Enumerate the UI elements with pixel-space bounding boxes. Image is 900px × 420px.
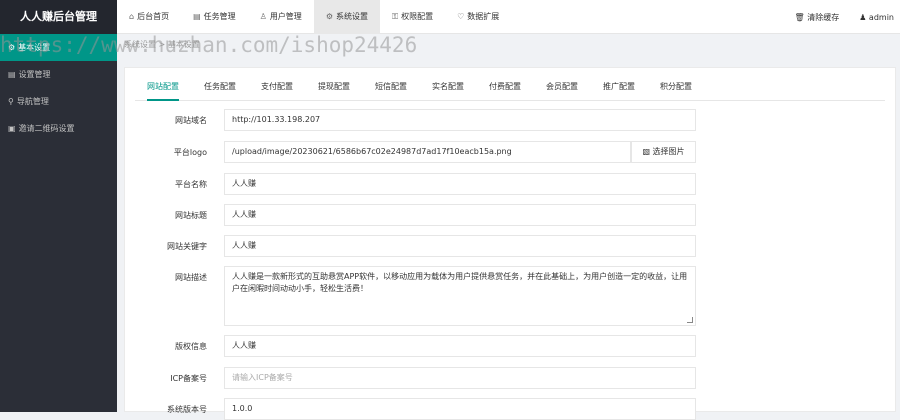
gear-icon: ⚙	[8, 43, 16, 52]
site-title-label: 网站标题	[175, 211, 207, 220]
image-icon: ▧	[642, 147, 650, 156]
topnav-home[interactable]: ⌂ 后台首页	[117, 0, 181, 34]
description-text: 人人赚是一款新形式的互助悬赏APP软件，以移动应用为载体为用户提供悬赏任务，并在…	[232, 272, 688, 293]
topnav-data-extension[interactable]: ♡ 数据扩展	[445, 0, 511, 34]
user-avatar-icon: ♟	[859, 12, 867, 22]
copyright-input[interactable]: 人人赚	[224, 335, 696, 357]
tab-member-config[interactable]: 会员配置	[546, 77, 578, 101]
user-menu[interactable]: ♟ admin	[859, 13, 894, 22]
tab-task-config[interactable]: 任务配置	[204, 77, 236, 101]
site-title-input[interactable]: 人人赚	[224, 204, 696, 226]
list-icon: ▤	[8, 70, 16, 79]
tab-realname-config[interactable]: 实名配置	[432, 77, 464, 101]
sidebar-item-settings-management[interactable]: ▤ 设置管理	[0, 61, 117, 88]
sidebar-item-basic-settings[interactable]: ⚙ 基本设置	[0, 34, 117, 61]
task-icon: ▤	[193, 12, 201, 21]
tab-promotion-config[interactable]: 推广配置	[603, 77, 635, 101]
tab-payment-config[interactable]: 支付配置	[261, 77, 293, 101]
tab-sms-config[interactable]: 短信配置	[375, 77, 407, 101]
sidebar-item-nav-management[interactable]: ⚲ 导航管理	[0, 88, 117, 115]
user-icon: ♙	[259, 12, 267, 21]
logo-label: 平台logo	[173, 148, 207, 157]
topnav-label: 用户管理	[269, 12, 302, 21]
topnav-label: 数据扩展	[467, 12, 500, 21]
breadcrumb: 系统设置 > 基本设置	[124, 40, 200, 49]
lock-icon: ⚿	[391, 12, 399, 21]
username: admin	[868, 12, 894, 22]
top-nav: ⌂ 后台首页 ▤ 任务管理 ♙ 用户管理 ⚙ 系统设置 ⚿ 权限配置 ♡ 数据扩展	[117, 0, 511, 34]
sidebar-item-invite-qrcode[interactable]: ▣ 邀请二维码设置	[0, 115, 117, 142]
settings-tabs: 网站配置 任务配置 支付配置 提现配置 短信配置 实名配置 付费配置 会员配置 …	[135, 77, 885, 101]
choose-image-button[interactable]: ▧ 选择图片	[631, 141, 696, 163]
platform-name-input[interactable]: 人人赚	[224, 173, 696, 195]
clear-cache-label: 清除缓存	[807, 12, 840, 22]
logo-path-input[interactable]: /upload/image/20230621/6586b67c02e24987d…	[224, 141, 631, 163]
choose-image-label: 选择图片	[652, 147, 685, 156]
keywords-input[interactable]: 人人赚	[224, 235, 696, 257]
topnav-permission-config[interactable]: ⚿ 权限配置	[380, 0, 445, 34]
sidebar-item-label: 基本设置	[18, 43, 51, 52]
topnav-label: 权限配置	[401, 12, 434, 21]
settings-panel: 网站配置 任务配置 支付配置 提现配置 短信配置 实名配置 付费配置 会员配置 …	[124, 67, 896, 420]
site-domain-input[interactable]: http://101.33.198.207	[224, 109, 696, 131]
copyright-label: 版权信息	[175, 342, 207, 351]
site-domain-label: 网站域名	[175, 116, 207, 125]
icp-input[interactable]: 请输入ICP备案号	[224, 367, 696, 389]
sidebar-item-label: 邀请二维码设置	[18, 124, 75, 133]
sidebar-item-label: 设置管理	[18, 70, 51, 79]
home-icon: ⌂	[129, 12, 135, 21]
tab-paid-config[interactable]: 付费配置	[489, 77, 521, 101]
topnav-user-management[interactable]: ♙ 用户管理	[248, 0, 314, 34]
tab-site-config[interactable]: 网站配置	[147, 77, 179, 101]
topnav-label: 系统设置	[335, 12, 368, 21]
app-title: 人人赚后台管理	[0, 0, 117, 34]
topnav-label: 后台首页	[137, 12, 170, 21]
top-right-actions: 🗑 清除缓存 ♟ admin	[775, 0, 895, 34]
description-textarea[interactable]: 人人赚是一款新形式的互助悬赏APP软件，以移动应用为载体为用户提供悬赏任务，并在…	[224, 266, 696, 326]
topnav-system-settings[interactable]: ⚙ 系统设置	[313, 0, 380, 34]
platform-name-label: 平台名称	[175, 180, 207, 189]
trash-icon: 🗑	[794, 12, 805, 22]
description-label: 网站描述	[175, 273, 207, 282]
version-label: 系统版本号	[167, 405, 207, 414]
sidebar: ⚙ 基本设置 ▤ 设置管理 ⚲ 导航管理 ▣ 邀请二维码设置	[0, 34, 117, 412]
image-icon: ▣	[8, 124, 16, 133]
tag-icon: ⚲	[8, 97, 14, 106]
version-input[interactable]: 1.0.0	[224, 398, 696, 420]
gear-icon: ⚙	[325, 12, 333, 21]
topnav-label: 任务管理	[203, 12, 236, 21]
tab-points-config[interactable]: 积分配置	[660, 77, 692, 101]
top-bar: 人人赚后台管理 ⌂ 后台首页 ▤ 任务管理 ♙ 用户管理 ⚙ 系统设置 ⚿ 权限配置 ♡ 数…	[0, 0, 900, 34]
topnav-task-management[interactable]: ▤ 任务管理	[181, 0, 248, 34]
resize-handle-icon[interactable]	[687, 317, 693, 323]
tab-withdraw-config[interactable]: 提现配置	[318, 77, 350, 101]
sidebar-item-label: 导航管理	[16, 97, 49, 106]
icp-label: ICP备案号	[170, 374, 207, 383]
heart-icon: ♡	[457, 12, 465, 21]
clear-cache-button[interactable]: 🗑 清除缓存	[795, 12, 840, 23]
keywords-label: 网站关键字	[167, 242, 207, 251]
